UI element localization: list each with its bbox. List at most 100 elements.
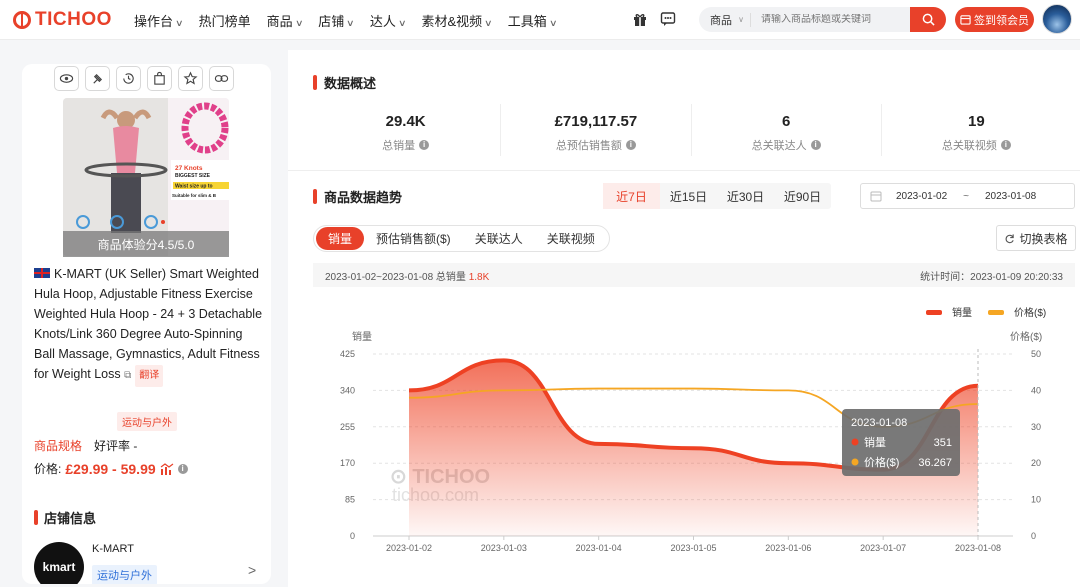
info-icon[interactable]: i — [177, 463, 188, 474]
message-icon[interactable] — [660, 11, 676, 27]
search-bar: 商品 ∨ — [699, 7, 946, 32]
price-label: 价格: — [34, 462, 62, 476]
x-tick-label: 2023-01-07 — [860, 543, 906, 553]
product-action-icons — [54, 66, 234, 91]
nav-item-label: 商品 — [266, 13, 293, 29]
product-score-bar: 商品体验分4.5/5.0 — [63, 231, 229, 257]
y2-tick-label: 20 — [1031, 458, 1041, 468]
pin-icon[interactable] — [85, 66, 110, 91]
main-nav: 操作台 ∨ 热门榜单 商品 ∨ 店铺 ∨ 达人 ∨ 素材&视频 ∨ 工具箱 ∨ — [134, 0, 558, 40]
x-tick-label: 2023-01-05 — [670, 543, 716, 553]
image-text-1: 27 Knots — [175, 165, 203, 172]
tooltip-dot — [851, 438, 859, 446]
tooltip-label: 价格($) — [864, 455, 899, 469]
image-text-4: Suitable for slim & B — [172, 193, 217, 198]
search-category-label: 商品 — [710, 14, 732, 27]
nav-item-label: 店铺 — [318, 13, 345, 29]
nav-item-label: 操作台 — [134, 13, 174, 29]
translate-button[interactable]: 翻译 — [135, 365, 164, 387]
top-bar: TICHOO 操作台∨热门榜单商品∨店铺∨达人∨素材&视频∨工具箱∨ 商品∨ 签… — [0, 0, 1080, 40]
chevron-down-icon: ∨ — [346, 17, 355, 28]
price-trend-icon[interactable] — [160, 462, 174, 475]
chevron-down-icon: ∨ — [294, 17, 304, 28]
nav-item-0[interactable]: 操作台 ∨ — [134, 11, 184, 30]
nav-item-6[interactable]: 工具箱 ∨ — [507, 11, 558, 30]
tichoo-logo-icon — [13, 11, 31, 29]
uk-flag-icon — [34, 268, 50, 278]
legend-swatch — [988, 310, 1004, 315]
tooltip-dot — [851, 458, 859, 466]
vip-signin-button[interactable]: 签到领会员 — [955, 7, 1034, 32]
shopping-bag-icon[interactable] — [147, 66, 172, 91]
nav-item-4[interactable]: 达人 ∨ — [369, 11, 407, 30]
calendar-icon — [960, 15, 971, 25]
x-tick-label: 2023-01-02 — [386, 543, 432, 553]
chevron-right-icon[interactable]: > — [248, 562, 256, 578]
y2-tick-label: 30 — [1031, 422, 1041, 432]
view-icon[interactable] — [54, 66, 79, 91]
search-button[interactable] — [910, 7, 946, 32]
shop-category-tag: 运动与户外 — [92, 565, 157, 584]
y2-axis-label: 价格($) — [1010, 330, 1042, 343]
nav-item-1[interactable]: 热门榜单 — [199, 11, 251, 30]
search-input[interactable] — [751, 14, 910, 25]
gift-icon[interactable] — [632, 11, 648, 27]
tooltip-date: 2023-01-08 — [851, 417, 907, 429]
product-title-text: K-MART (UK Seller) Smart Weighted Hula H… — [34, 267, 263, 381]
tooltip-value: 36.267 — [918, 457, 952, 469]
user-avatar[interactable] — [1042, 4, 1072, 34]
y-tick-label: 255 — [340, 422, 355, 432]
chevron-down-icon: ∨ — [548, 17, 558, 28]
copy-icon[interactable]: ⧉ — [124, 370, 131, 381]
price-value: £29.99 - 59.99 — [65, 460, 156, 477]
shop-name[interactable]: K-MART — [92, 543, 134, 555]
main-content: 数据概述 29.4K 总销量 i £719,117.57 总预估销售额 i 6 总关联达人 i 1… — [288, 50, 1080, 587]
chevron-down-icon: ∨ — [397, 17, 407, 28]
tooltip-label: 销量 — [864, 435, 886, 449]
shop-info-header: 店铺信息 — [34, 508, 96, 527]
y-tick-label: 0 — [350, 531, 355, 541]
star-icon[interactable] — [178, 66, 203, 91]
spec-link[interactable]: 商品规格 — [34, 437, 82, 454]
product-title[interactable]: K-MART (UK Seller) Smart Weighted Hula H… — [34, 264, 264, 387]
y-tick-label: 85 — [345, 495, 355, 505]
x-tick-label: 2023-01-04 — [576, 543, 622, 553]
y2-tick-label: 0 — [1031, 531, 1036, 541]
nav-item-2[interactable]: 商品 ∨ — [266, 11, 304, 30]
y-tick-label: 340 — [340, 385, 355, 395]
vip-button-label: 签到领会员 — [974, 14, 1029, 27]
trend-chart[interactable]: 08517025534042501020304050销量 价格($)2023-01… — [288, 50, 1080, 587]
brand-name: TICHOO — [35, 9, 112, 30]
link-icon[interactable] — [209, 66, 234, 91]
chevron-down-icon: ∨ — [484, 17, 493, 28]
x-tick-label: 2023-01-06 — [765, 543, 811, 553]
nav-item-label: 达人 — [369, 13, 396, 29]
x-tick-label: 2023-01-03 — [481, 543, 527, 553]
rating-text: 好评率 - — [94, 439, 138, 453]
tichoo-logo[interactable]: TICHOO — [12, 9, 112, 31]
nav-item-3[interactable]: 店铺 ∨ — [318, 11, 355, 30]
shop-logo[interactable]: kmart — [34, 542, 84, 584]
y-tick-label: 425 — [340, 349, 355, 359]
y2-tick-label: 40 — [1031, 385, 1041, 395]
nav-item-5[interactable]: 素材&视频 ∨ — [421, 11, 493, 30]
search-category-select[interactable]: 商品 ∨ — [699, 12, 751, 27]
chevron-down-icon: ∨ — [175, 17, 184, 28]
shop-info-title: 店铺信息 — [44, 511, 97, 526]
y2-tick-label: 10 — [1031, 495, 1041, 505]
chevron-down-icon: ∨ — [738, 15, 744, 24]
legend-swatch — [926, 310, 942, 315]
category-tag[interactable]: 运动与户外 — [117, 412, 177, 431]
y-axis-label: 销量 — [352, 330, 372, 343]
nav-item-label: 工具箱 — [507, 13, 547, 29]
y2-tick-label: 50 — [1031, 349, 1041, 359]
legend-label[interactable]: 销量 — [952, 306, 972, 319]
legend-label[interactable]: 价格($) — [1014, 306, 1046, 319]
history-icon[interactable] — [116, 66, 141, 91]
y-tick-label: 170 — [340, 458, 355, 468]
nav-item-label: 素材&视频 — [421, 13, 483, 29]
tooltip-value: 351 — [934, 437, 952, 449]
product-panel: 27 Knots BIGGEST SIZE Waist size up to S… — [22, 64, 271, 584]
image-text-2: BIGGEST SIZE — [175, 173, 211, 179]
nav-item-label: 热门榜单 — [198, 13, 251, 29]
